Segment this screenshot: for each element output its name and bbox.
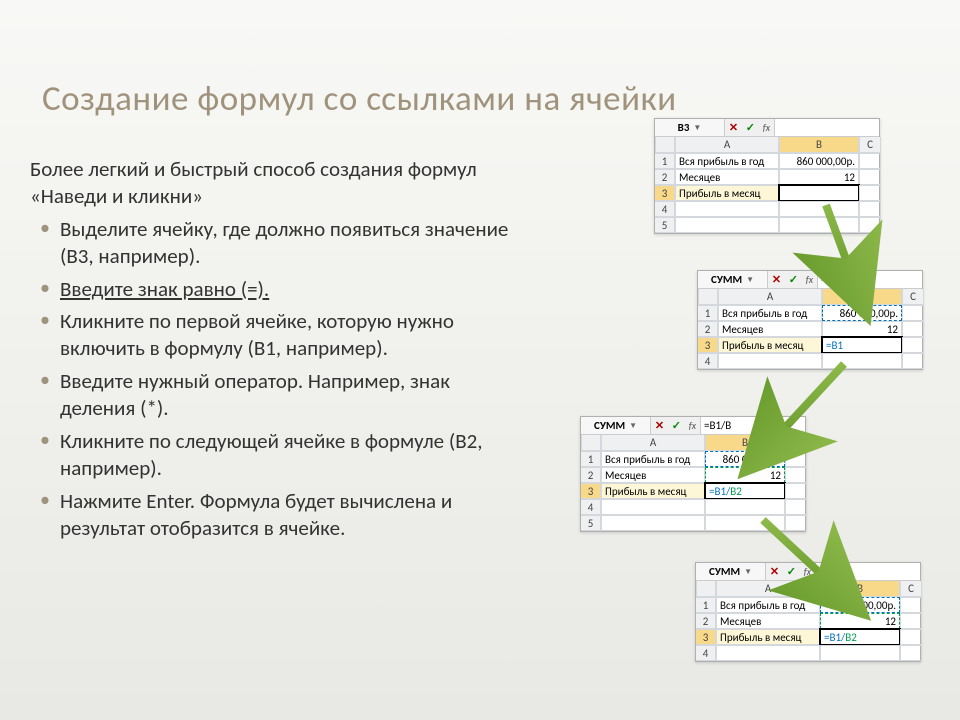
cancel-icon[interactable]: ✕	[729, 121, 738, 134]
col-a[interactable]: A	[675, 137, 779, 153]
editing-cell-b3[interactable]: =B1	[822, 337, 902, 353]
cancel-icon[interactable]: ✕	[772, 273, 781, 286]
slide-title: Создание формул со ссылками на ячейки	[42, 78, 677, 120]
editing-cell-b3[interactable]: =B1/B2	[705, 483, 785, 499]
cancel-icon[interactable]: ✕	[655, 419, 664, 432]
confirm-icon[interactable]: ✓	[746, 121, 755, 134]
bullet-6: Нажмите Enter. Формула будет вычислена и…	[46, 488, 530, 542]
editing-cell-b3[interactable]: =B1/B2	[820, 629, 900, 645]
dropdown-icon[interactable]: ▼	[629, 421, 637, 431]
content-body: Более легкий и быстрый способ создания ф…	[30, 156, 530, 547]
fx-icon[interactable]: fx	[804, 565, 811, 578]
name-box[interactable]: СУММ▼	[696, 563, 766, 580]
bullet-2: Введите знак равно (=).	[46, 276, 530, 303]
mini-sheet-3: СУММ▼ ✕✓fx =B1/B ABC 1Вся прибыль в год8…	[580, 416, 806, 532]
bullet-list: Выделите ячейку, где должно появиться зн…	[30, 216, 530, 542]
col-b[interactable]: B	[779, 137, 859, 153]
name-box[interactable]: B3▼	[655, 119, 725, 136]
dropdown-icon[interactable]: ▼	[744, 567, 752, 577]
mini-sheet-2: СУММ▼ ✕✓fx =B1 ABC 1Вся прибыль в год860…	[697, 270, 923, 370]
cancel-icon[interactable]: ✕	[770, 565, 779, 578]
formula-bar[interactable]: =B1	[818, 271, 922, 288]
formula-bar[interactable]: =B1/B2	[816, 563, 920, 580]
formula-bar[interactable]	[775, 119, 879, 136]
bullet-2-text: Введите знак равно (=).	[60, 276, 269, 302]
name-box[interactable]: СУММ▼	[698, 271, 768, 288]
bullet-4: Введите нужный оператор. Например, знак …	[46, 368, 530, 422]
confirm-icon[interactable]: ✓	[787, 565, 796, 578]
mini-sheet-1: B3▼ ✕✓fx ABC 1Вся прибыль в год860 000,0…	[654, 118, 880, 234]
col-c[interactable]: C	[859, 137, 881, 153]
confirm-icon[interactable]: ✓	[672, 419, 681, 432]
dropdown-icon[interactable]: ▼	[746, 275, 754, 285]
fx-toolbar[interactable]: ✕ ✓ fx	[725, 119, 775, 136]
mini-sheet-4: СУММ▼ ✕✓fx =B1/B2 ABC 1Вся прибыль в год…	[695, 562, 921, 662]
bullet-1: Выделите ячейку, где должно появиться зн…	[46, 216, 530, 270]
fx-icon[interactable]: fx	[689, 419, 696, 432]
selected-cell-b3[interactable]	[779, 185, 859, 201]
formula-bar[interactable]: =B1/B	[701, 417, 805, 434]
fx-icon[interactable]: fx	[763, 121, 770, 134]
bullet-5: Кликните по следующей ячейке в формуле (…	[46, 428, 530, 482]
bullet-3: Кликните по первой ячейке, которую нужно…	[46, 308, 530, 362]
dropdown-icon[interactable]: ▼	[693, 123, 701, 133]
fx-icon[interactable]: fx	[806, 273, 813, 286]
name-box[interactable]: СУММ▼	[581, 417, 651, 434]
confirm-icon[interactable]: ✓	[789, 273, 798, 286]
intro-text: Более легкий и быстрый способ создания ф…	[30, 156, 530, 210]
